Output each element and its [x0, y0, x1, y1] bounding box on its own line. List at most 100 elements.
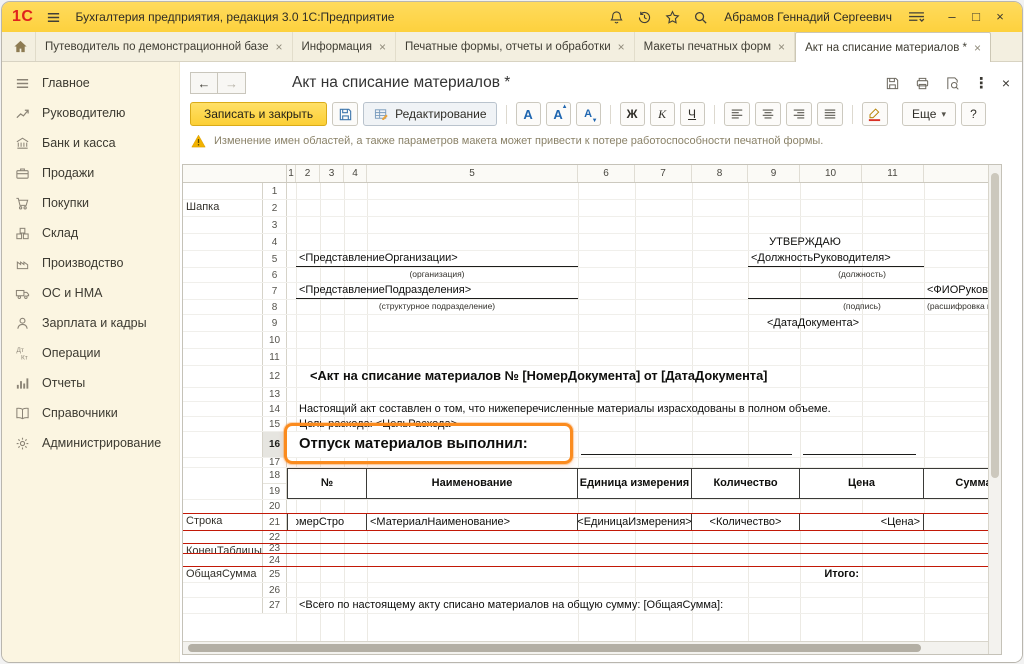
tab-print-form-layouts[interactable]: Макеты печатных форм × — [635, 32, 795, 61]
sheet-cell[interactable]: Цель расхода: <ЦельРасхода> — [296, 417, 988, 431]
sidebar-item-manager[interactable]: Руководителю — [2, 98, 179, 128]
align-center-button[interactable] — [755, 102, 781, 126]
column-header[interactable]: 1 — [287, 165, 296, 182]
history-icon[interactable] — [634, 7, 654, 27]
region-label[interactable] — [183, 583, 263, 597]
row-header[interactable]: 21 — [263, 514, 287, 530]
column-header[interactable]: 7 — [635, 165, 692, 182]
region-label[interactable] — [183, 366, 263, 387]
region-label[interactable] — [183, 268, 263, 282]
sheet-cell[interactable]: (организация) — [296, 268, 578, 282]
sidebar-item-warehouse[interactable]: Склад — [2, 218, 179, 248]
sheet-cell[interactable]: (расшифровка подписи) — [924, 300, 988, 314]
sidebar-item-fixed-assets[interactable]: ОС и НМА — [2, 278, 179, 308]
row-header[interactable]: 12 — [263, 366, 287, 387]
close-window-button[interactable]: × — [988, 2, 1012, 32]
font-decrease-button[interactable]: А▼ — [576, 102, 601, 126]
region-label[interactable] — [183, 349, 263, 365]
row-header[interactable]: 13 — [263, 388, 287, 401]
underline-button[interactable]: Ч — [680, 102, 705, 126]
region-label[interactable] — [183, 531, 263, 543]
sheet-cell[interactable]: <Акт на списание материалов № [НомерДоку… — [296, 366, 988, 387]
back-button[interactable]: ← — [190, 72, 218, 94]
sheet-cell[interactable]: № — [287, 468, 367, 499]
search-icon[interactable] — [690, 7, 710, 27]
sheet-cell[interactable]: (структурное подразделение) — [296, 300, 578, 314]
sheet-cell[interactable]: <Всего по настоящему акту списано матери… — [296, 598, 988, 613]
region-label[interactable] — [183, 468, 263, 499]
region-label[interactable] — [183, 315, 263, 331]
print-icon[interactable] — [914, 75, 931, 92]
minimize-button[interactable]: – — [940, 2, 964, 32]
row-header[interactable]: 14 — [263, 402, 287, 416]
current-user[interactable]: Абрамов Геннадий Сергеевич — [724, 10, 892, 24]
region-label[interactable] — [183, 183, 263, 199]
sheet-cell[interactable]: <ДатаДокумента> — [748, 315, 862, 331]
service-menu-icon[interactable] — [906, 7, 926, 27]
maximize-button[interactable]: □ — [964, 2, 988, 32]
row-header[interactable]: 7 — [263, 283, 287, 299]
save-and-close-button[interactable]: Записать и закрыть — [190, 102, 327, 126]
row-header[interactable]: 24 — [263, 554, 287, 566]
more-menu-icon[interactable]: ⋮ — [974, 74, 989, 92]
sidebar-item-salary-hr[interactable]: Зарплата и кадры — [2, 308, 179, 338]
horizontal-scrollbar[interactable] — [183, 641, 988, 654]
sheet-cell[interactable]: Настоящий акт составлен о том, что нижеп… — [296, 402, 988, 416]
sheet-cell[interactable]: <НомерСтроки> — [296, 514, 344, 530]
row-header[interactable]: 9 — [263, 315, 287, 331]
column-header[interactable]: 8 — [692, 165, 748, 182]
edit-mode-toggle[interactable]: Редактирование — [363, 102, 496, 126]
sidebar-item-sales[interactable]: Продажи — [2, 158, 179, 188]
region-label[interactable] — [183, 458, 263, 467]
sheet-cell[interactable] — [578, 432, 800, 457]
sidebar-item-operations[interactable]: ДтКтОперации — [2, 338, 179, 368]
more-actions-button[interactable]: Еще ▾ — [902, 102, 956, 126]
row-header[interactable]: 23 — [263, 544, 287, 553]
font-button[interactable]: А — [516, 102, 541, 126]
row-header[interactable]: 3 — [263, 217, 287, 233]
sidebar-item-catalogs[interactable]: Справочники — [2, 398, 179, 428]
preview-icon[interactable] — [944, 75, 961, 92]
row-header[interactable]: 1819 — [263, 468, 287, 499]
favorites-star-icon[interactable] — [662, 7, 682, 27]
sheet-cell[interactable]: <ЕдиницаИзмерения> — [578, 514, 692, 530]
row-header[interactable]: 27 — [263, 598, 287, 613]
sidebar-item-production[interactable]: Производство — [2, 248, 179, 278]
region-label[interactable]: ОбщаяСумма — [183, 567, 263, 582]
sheet-cell[interactable]: (подпись) — [800, 300, 924, 314]
row-header[interactable]: 4 — [263, 234, 287, 250]
sidebar-item-reports[interactable]: Отчеты — [2, 368, 179, 398]
sidebar-item-administration[interactable]: Администрирование — [2, 428, 179, 458]
font-increase-button[interactable]: А▲ — [546, 102, 571, 126]
row-header[interactable]: 6 — [263, 268, 287, 282]
column-header[interactable]: 5 — [367, 165, 578, 182]
italic-button[interactable]: К — [650, 102, 675, 126]
sheet-cell[interactable]: УТВЕРЖДАЮ — [748, 234, 862, 250]
row-header[interactable]: 16 — [263, 432, 287, 457]
sheet-cell[interactable] — [748, 283, 924, 299]
row-header[interactable]: 2 — [263, 200, 287, 216]
region-label[interactable] — [183, 554, 263, 566]
region-label[interactable] — [183, 388, 263, 401]
sheet-cell[interactable]: <ПредставлениеПодразделения> — [296, 283, 578, 299]
row-header[interactable]: 11 — [263, 349, 287, 365]
tab-materials-writeoff-act[interactable]: Акт на списание материалов * × — [795, 32, 991, 62]
region-label[interactable]: Строка — [183, 514, 263, 530]
region-label[interactable] — [183, 251, 263, 267]
column-header[interactable]: 3 — [320, 165, 344, 182]
region-label[interactable] — [183, 417, 263, 431]
column-header[interactable]: 9 — [748, 165, 800, 182]
vertical-scroll-thumb[interactable] — [991, 173, 999, 478]
sheet-cell[interactable]: <ФИОРуководителя> — [924, 283, 988, 299]
close-form-icon[interactable]: × — [1002, 75, 1010, 91]
notifications-bell-icon[interactable] — [606, 7, 626, 27]
row-header[interactable]: 1 — [263, 183, 287, 199]
sheet-cell[interactable]: Цена — [800, 468, 924, 499]
sheet-cell[interactable]: Отпуск материалов выполнил: — [296, 432, 578, 457]
row-header[interactable]: 10 — [263, 332, 287, 348]
vertical-scrollbar[interactable] — [988, 165, 1001, 641]
text-color-button[interactable] — [862, 102, 888, 126]
row-header[interactable]: 22 — [263, 531, 287, 543]
home-tab-button[interactable] — [6, 32, 36, 61]
tab-close-icon[interactable]: × — [276, 41, 283, 53]
